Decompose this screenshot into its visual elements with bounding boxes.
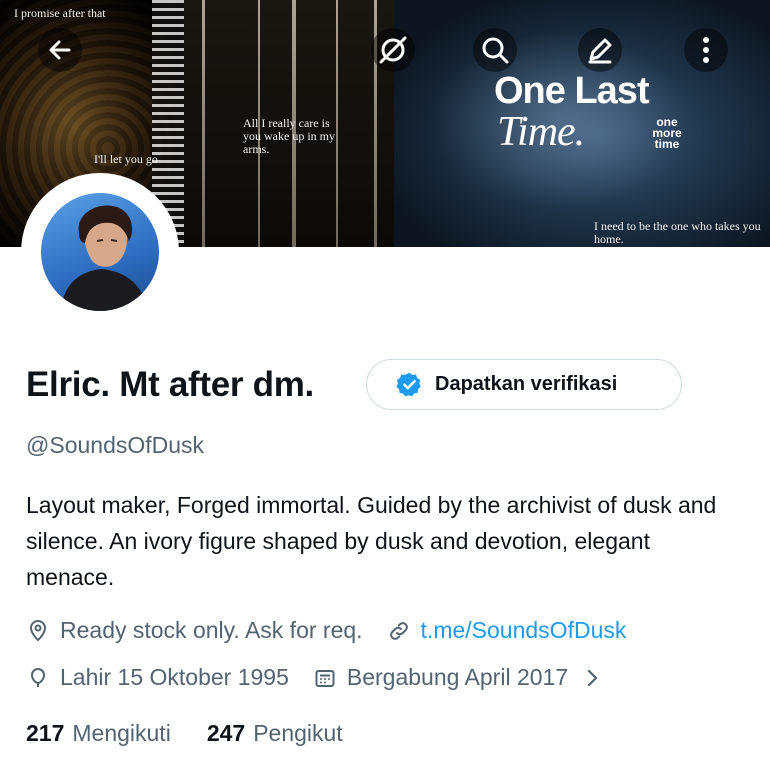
avatar-photo (61, 205, 149, 311)
following-link[interactable]: 217 Mengikuti (26, 720, 171, 747)
profile-bio: Layout maker, Forged immortal. Guided by… (26, 492, 717, 590)
banner-title: One Last (494, 70, 650, 112)
banner-text-forest: All I really care is you wake up in my a… (243, 116, 335, 156)
banner-text-bottom-right: I need to be the one who takes you home. (594, 219, 761, 246)
follow-stats: 217 Mengikuti 247 Pengikut (26, 720, 343, 747)
more-button[interactable] (683, 27, 729, 73)
banner-small-stack: one more time (652, 115, 682, 151)
mute-icon (371, 28, 415, 72)
profile-meta-row-2: Lahir 15 Oktober 1995 Bergabung April 20… (26, 664, 604, 691)
followers-link[interactable]: 247 Pengikut (207, 720, 343, 747)
search-button[interactable] (472, 27, 518, 73)
get-verified-label: Dapatkan verifikasi (435, 373, 618, 395)
edit-button[interactable] (577, 27, 623, 73)
chevron-right-icon (588, 669, 598, 686)
back-button[interactable] (37, 27, 83, 73)
avatar-ring (21, 173, 179, 331)
balloon-icon (30, 667, 46, 687)
profile-meta-row-1: Ready stock only. Ask for req. t.me/Soun… (26, 617, 626, 644)
calendar-icon (315, 669, 335, 687)
website-link-text[interactable]: t.me/SoundsOfDusk (421, 617, 627, 644)
joined-item[interactable]: Bergabung April 2017 (313, 664, 604, 691)
get-verified-button[interactable]: Dapatkan verifikasi (366, 359, 682, 410)
more-icon (684, 28, 728, 72)
birthday-item: Lahir 15 Oktober 1995 (26, 664, 289, 691)
location-item: Ready stock only. Ask for req. (26, 617, 363, 644)
followers-label: Pengikut (253, 720, 343, 746)
banner-text-left-mid: I'll let you go (94, 152, 158, 166)
following-count: 217 (26, 720, 65, 746)
link-icon (389, 621, 408, 640)
edit-icon (578, 28, 622, 72)
location-pin-icon (29, 619, 47, 641)
search-icon (473, 28, 517, 72)
birthday-text: Lahir 15 Oktober 1995 (60, 664, 289, 690)
banner-text-left-top: I promise after that (14, 6, 106, 20)
followers-count: 247 (206, 720, 246, 746)
location-text: Ready stock only. Ask for req. (60, 617, 363, 643)
following-label: Mengikuti (72, 720, 171, 746)
mute-button[interactable] (370, 27, 416, 73)
website-link[interactable]: t.me/SoundsOfDusk (387, 617, 627, 644)
back-icon (38, 28, 82, 72)
avatar[interactable] (41, 193, 159, 311)
profile-handle: @SoundsOfDusk (26, 432, 205, 458)
verified-badge-icon (396, 372, 421, 397)
joined-text: Bergabung April 2017 (346, 664, 569, 690)
profile-name: Elric. Mt after dm. (26, 365, 314, 404)
banner-script-title: Time. (497, 109, 585, 155)
